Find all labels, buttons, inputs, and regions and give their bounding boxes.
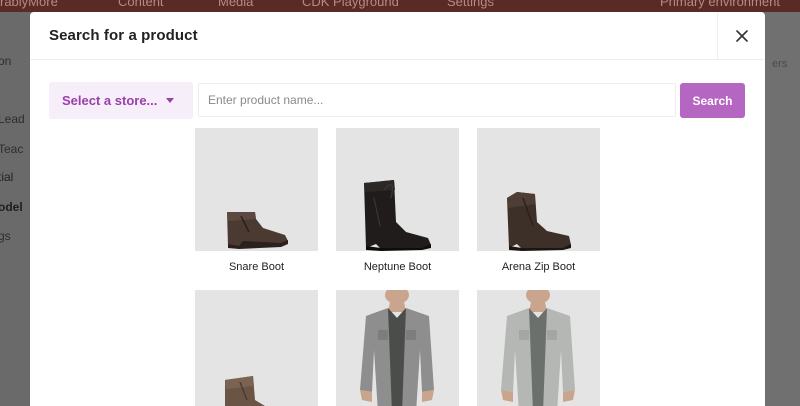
bg-sidebar-item: Teac [0, 142, 24, 156]
product-image [195, 290, 318, 406]
bg-sidebar-item: on [0, 54, 12, 68]
bg-environment: Primary environment [660, 0, 780, 9]
bg-sidebar-item: Lead [0, 112, 25, 126]
close-button[interactable] [717, 12, 765, 60]
product-card[interactable]: Arena Zip Boot [477, 128, 600, 273]
product-image [336, 128, 459, 251]
product-card[interactable]: Snare Boot [195, 128, 318, 273]
product-card[interactable]: Neptune Boot [336, 128, 459, 273]
background-right-panel: ers [764, 12, 800, 406]
product-card[interactable] [336, 290, 459, 406]
bg-right-fragment: ers [772, 58, 788, 70]
close-icon [735, 30, 748, 42]
bg-sidebar-item: gs [0, 229, 11, 243]
product-name: Arena Zip Boot [501, 261, 576, 273]
product-card[interactable] [195, 290, 318, 406]
background-sidebar: on Lead Teac tial odel gs [0, 12, 30, 406]
product-name-input[interactable] [198, 83, 676, 117]
product-search-modal: Search for a product Select a store... S… [30, 12, 765, 406]
bg-sidebar-item: tial [0, 170, 14, 184]
background-topbar: rablyMore Content Media CDK Playground S… [0, 0, 800, 12]
bg-app-name: rablyMore [0, 0, 58, 9]
bg-nav-content: Content [118, 0, 164, 9]
search-button[interactable]: Search [680, 83, 745, 118]
product-image [336, 290, 459, 406]
modal-header: Search for a product [30, 12, 765, 60]
product-image [477, 290, 600, 406]
bg-nav-playground: CDK Playground [302, 0, 399, 9]
bg-nav-settings: Settings [447, 0, 494, 9]
product-name: Neptune Boot [363, 261, 432, 273]
chevron-down-icon [166, 98, 175, 103]
store-select-label: Select a store... [62, 93, 158, 108]
store-select-dropdown[interactable]: Select a store... [49, 82, 193, 119]
product-card[interactable] [477, 290, 600, 406]
bg-sidebar-item: odel [0, 200, 23, 214]
bg-nav-media: Media [218, 0, 254, 9]
modal-title: Search for a product [49, 27, 198, 44]
product-image [477, 128, 600, 251]
product-name: Snare Boot [228, 261, 285, 273]
product-image [195, 128, 318, 251]
